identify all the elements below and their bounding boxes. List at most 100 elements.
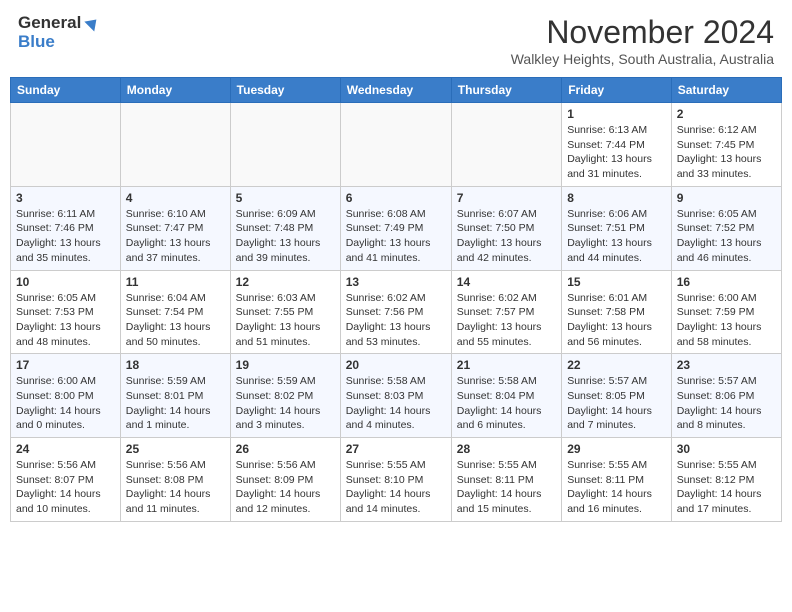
calendar-day-cell: 7Sunrise: 6:07 AM Sunset: 7:50 PM Daylig… [451,186,561,270]
page-title: November 2024 [511,14,774,51]
day-info: Sunrise: 6:06 AM Sunset: 7:51 PM Dayligh… [567,207,666,266]
day-number: 17 [16,358,115,372]
day-info: Sunrise: 5:58 AM Sunset: 8:04 PM Dayligh… [457,374,556,433]
calendar-day-cell: 21Sunrise: 5:58 AM Sunset: 8:04 PM Dayli… [451,354,561,438]
calendar-header-wednesday: Wednesday [340,78,451,103]
calendar-header-row: SundayMondayTuesdayWednesdayThursdayFrid… [11,78,782,103]
calendar-day-cell: 27 Sunrise: 5:55 AM Sunset: 8:10 PM Dayli… [340,438,451,522]
day-info: Sunrise: 6:08 AM Sunset: 7:49 PM Dayligh… [346,207,446,266]
day-number: 23 [677,358,776,372]
page-subtitle: Walkley Heights, South Australia, Austra… [511,51,774,67]
day-number: 8 [567,191,666,205]
calendar-day-cell: 26Sunrise: 5:56 AM Sunset: 8:09 PM Dayli… [230,438,340,522]
calendar-day-cell: 20 Sunrise: 5:58 AM Sunset: 8:03 PM Dayli… [340,354,451,438]
calendar-day-cell: 24Sunrise: 5:56 AM Sunset: 8:07 PM Dayli… [11,438,121,522]
day-info: Sunrise: 6:04 AM Sunset: 7:54 PM Dayligh… [126,291,225,350]
day-number: 25 [126,442,225,456]
day-number: 11 [126,275,225,289]
calendar-day-cell: 16 Sunrise: 6:00 AM Sunset: 7:59 PM Dayli… [671,270,781,354]
day-info: Sunrise: 6:01 AM Sunset: 7:58 PM Dayligh… [567,291,666,350]
day-info: Sunrise: 6:09 AM Sunset: 7:48 PM Dayligh… [236,207,335,266]
day-number: 30 [677,442,776,456]
day-number: 24 [16,442,115,456]
day-info: Sunrise: 5:55 AM Sunset: 8:12 PM Dayligh… [677,458,776,517]
calendar-day-cell: 8 Sunrise: 6:06 AM Sunset: 7:51 PM Daylig… [562,186,672,270]
calendar-day-cell: 17Sunrise: 6:00 AM Sunset: 8:00 PM Dayli… [11,354,121,438]
day-number: 18 [126,358,225,372]
calendar-day-cell: 13 Sunrise: 6:02 AM Sunset: 7:56 PM Dayli… [340,270,451,354]
calendar-header-friday: Friday [562,78,672,103]
day-number: 1 [567,107,666,121]
day-number: 20 [346,358,446,372]
calendar-header-sunday: Sunday [11,78,121,103]
day-info: Sunrise: 6:05 AM Sunset: 7:53 PM Dayligh… [16,291,115,350]
day-number: 14 [457,275,556,289]
calendar-week-row: 24Sunrise: 5:56 AM Sunset: 8:07 PM Dayli… [11,438,782,522]
calendar-week-row: 1 Sunrise: 6:13 AM Sunset: 7:44 PM Daylig… [11,103,782,187]
day-info: Sunrise: 6:13 AM Sunset: 7:44 PM Dayligh… [567,123,666,182]
day-number: 10 [16,275,115,289]
day-info: Sunrise: 5:57 AM Sunset: 8:06 PM Dayligh… [677,374,776,433]
day-info: Sunrise: 6:03 AM Sunset: 7:55 PM Dayligh… [236,291,335,350]
calendar-day-cell: 1 Sunrise: 6:13 AM Sunset: 7:44 PM Daylig… [562,103,672,187]
day-number: 13 [346,275,446,289]
day-info: Sunrise: 5:59 AM Sunset: 8:01 PM Dayligh… [126,374,225,433]
day-number: 5 [236,191,335,205]
calendar-day-cell: 3Sunrise: 6:11 AM Sunset: 7:46 PM Daylig… [11,186,121,270]
calendar-week-row: 17Sunrise: 6:00 AM Sunset: 8:00 PM Dayli… [11,354,782,438]
calendar-day-cell: 9 Sunrise: 6:05 AM Sunset: 7:52 PM Daylig… [671,186,781,270]
day-number: 4 [126,191,225,205]
calendar-day-cell: 2 Sunrise: 6:12 AM Sunset: 7:45 PM Daylig… [671,103,781,187]
calendar-header-thursday: Thursday [451,78,561,103]
day-info: Sunrise: 6:11 AM Sunset: 7:46 PM Dayligh… [16,207,115,266]
calendar-header-saturday: Saturday [671,78,781,103]
calendar-day-cell [230,103,340,187]
page-header: General Blue November 2024 Walkley Heigh… [10,10,782,71]
calendar-day-cell: 28 Sunrise: 5:55 AM Sunset: 8:11 PM Dayli… [451,438,561,522]
calendar-header-tuesday: Tuesday [230,78,340,103]
day-info: Sunrise: 5:56 AM Sunset: 8:09 PM Dayligh… [236,458,335,517]
day-info: Sunrise: 5:58 AM Sunset: 8:03 PM Dayligh… [346,374,446,433]
day-number: 6 [346,191,446,205]
day-info: Sunrise: 6:00 AM Sunset: 7:59 PM Dayligh… [677,291,776,350]
calendar-day-cell: 11 Sunrise: 6:04 AM Sunset: 7:54 PM Dayli… [120,270,230,354]
calendar-day-cell: 18 Sunrise: 5:59 AM Sunset: 8:01 PM Dayli… [120,354,230,438]
calendar-day-cell: 14 Sunrise: 6:02 AM Sunset: 7:57 PM Dayli… [451,270,561,354]
title-block: November 2024 Walkley Heights, South Aus… [511,14,774,67]
calendar-header-monday: Monday [120,78,230,103]
calendar-day-cell: 15Sunrise: 6:01 AM Sunset: 7:58 PM Dayli… [562,270,672,354]
day-info: Sunrise: 5:59 AM Sunset: 8:02 PM Dayligh… [236,374,335,433]
calendar-day-cell: 4 Sunrise: 6:10 AM Sunset: 7:47 PM Daylig… [120,186,230,270]
calendar-day-cell [451,103,561,187]
day-number: 19 [236,358,335,372]
day-number: 12 [236,275,335,289]
calendar-day-cell [340,103,451,187]
day-info: Sunrise: 6:02 AM Sunset: 7:57 PM Dayligh… [457,291,556,350]
day-info: Sunrise: 6:05 AM Sunset: 7:52 PM Dayligh… [677,207,776,266]
calendar-day-cell [120,103,230,187]
logo-arrow-icon [85,15,102,32]
calendar-week-row: 3Sunrise: 6:11 AM Sunset: 7:46 PM Daylig… [11,186,782,270]
day-info: Sunrise: 5:55 AM Sunset: 8:11 PM Dayligh… [457,458,556,517]
day-number: 22 [567,358,666,372]
day-info: Sunrise: 5:56 AM Sunset: 8:08 PM Dayligh… [126,458,225,517]
day-number: 2 [677,107,776,121]
day-number: 16 [677,275,776,289]
day-number: 27 [346,442,446,456]
calendar-day-cell: 12 Sunrise: 6:03 AM Sunset: 7:55 PM Dayli… [230,270,340,354]
day-number: 28 [457,442,556,456]
calendar-day-cell: 23 Sunrise: 5:57 AM Sunset: 8:06 PM Dayli… [671,354,781,438]
day-info: Sunrise: 6:07 AM Sunset: 7:50 PM Dayligh… [457,207,556,266]
calendar-day-cell: 25 Sunrise: 5:56 AM Sunset: 8:08 PM Dayli… [120,438,230,522]
calendar-day-cell: 19 Sunrise: 5:59 AM Sunset: 8:02 PM Dayli… [230,354,340,438]
calendar-day-cell: 6 Sunrise: 6:08 AM Sunset: 7:49 PM Daylig… [340,186,451,270]
logo-blue: Blue [18,33,97,52]
day-info: Sunrise: 6:12 AM Sunset: 7:45 PM Dayligh… [677,123,776,182]
day-info: Sunrise: 5:55 AM Sunset: 8:10 PM Dayligh… [346,458,446,517]
calendar-day-cell: 30 Sunrise: 5:55 AM Sunset: 8:12 PM Dayli… [671,438,781,522]
calendar-table: SundayMondayTuesdayWednesdayThursdayFrid… [10,77,782,522]
day-info: Sunrise: 6:02 AM Sunset: 7:56 PM Dayligh… [346,291,446,350]
calendar-day-cell: 10 Sunrise: 6:05 AM Sunset: 7:53 PM Dayli… [11,270,121,354]
day-info: Sunrise: 6:10 AM Sunset: 7:47 PM Dayligh… [126,207,225,266]
day-number: 9 [677,191,776,205]
